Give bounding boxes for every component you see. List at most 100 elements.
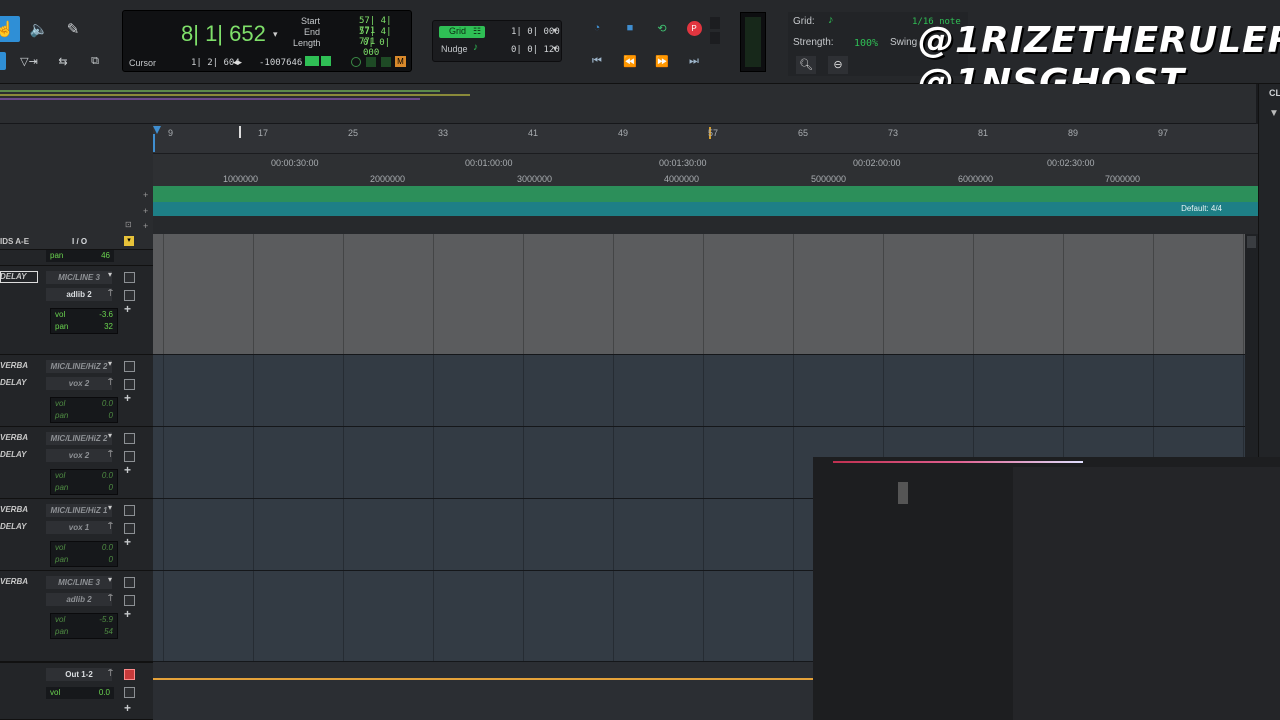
output-window-button[interactable] <box>124 379 135 390</box>
chevron-down-icon[interactable]: ▾ <box>108 431 112 440</box>
insert-slot-2[interactable]: DELAY <box>0 522 27 531</box>
nudge-dropdown-icon[interactable]: ▾ <box>553 44 557 53</box>
add-icon[interactable]: + <box>124 302 131 316</box>
vol-row[interactable]: vol 0.0 <box>51 398 117 410</box>
strength-value[interactable]: 100% <box>854 38 878 49</box>
master-track-lane[interactable] <box>153 662 813 720</box>
grid-dropdown-icon[interactable]: ▾ <box>553 26 557 35</box>
master-menu-button[interactable] <box>124 687 135 698</box>
session-overview[interactable] <box>0 84 1256 124</box>
pan-row[interactable]: pan 0 <box>51 482 117 494</box>
vol-pan-box[interactable]: vol -5.9 pan 54 <box>50 613 118 639</box>
track-lane[interactable] <box>153 355 1245 427</box>
top-pan-row[interactable]: pan 46 <box>46 250 114 262</box>
marker-ruler[interactable] <box>153 216 1258 234</box>
output-selector[interactable]: vox 1 <box>46 521 112 534</box>
input-selector[interactable]: MIC/LINE/HiZ 2 <box>46 360 112 373</box>
insert-slot-2[interactable]: DELAY <box>0 378 27 387</box>
insert-slot-1[interactable]: VERBA <box>0 361 28 370</box>
vol-row[interactable]: vol 0.0 <box>51 542 117 554</box>
midi-m-indicator[interactable]: M <box>395 56 406 67</box>
output-window-button[interactable] <box>124 451 135 462</box>
midi-merge-indicator[interactable] <box>321 56 331 66</box>
loop-play-button[interactable]: ⟲ <box>651 19 673 37</box>
chevron-down-icon[interactable]: ▾ <box>108 575 112 584</box>
add-icon[interactable]: + <box>124 535 131 549</box>
zoom-out-button[interactable]: ⊖ <box>828 56 848 74</box>
tempo-ruler[interactable] <box>153 186 1258 202</box>
output-window-button[interactable] <box>124 290 135 301</box>
input-window-button[interactable] <box>124 577 135 588</box>
length-value[interactable]: 0| 0| 000 <box>363 38 411 58</box>
master-output-selector[interactable]: Out 1-2 <box>46 668 112 681</box>
tempo-add-icon[interactable]: + <box>143 190 148 200</box>
vol-pan-box[interactable]: vol -3.6 pan 32 <box>50 308 118 334</box>
ruler-menu-icon[interactable]: ⊡ <box>125 220 132 229</box>
output-selector[interactable]: vox 2 <box>46 377 112 390</box>
pencil-tool-button[interactable]: ✎ <box>58 16 88 42</box>
output-selector[interactable]: vox 2 <box>46 449 112 462</box>
output-window-button[interactable] <box>124 523 135 534</box>
quantize-button[interactable]: 🔍︎ <box>796 56 816 74</box>
input-window-button[interactable] <box>124 272 135 283</box>
comment-icon[interactable]: ▾ <box>124 236 134 246</box>
input-selector[interactable]: MIC/LINE 3 <box>46 271 112 284</box>
insert-slot-1[interactable]: VERBA <box>0 505 28 514</box>
return-to-zero-button[interactable]: ⏮ <box>586 52 608 70</box>
input-selector[interactable]: MIC/LINE/HiZ 2 <box>46 432 112 445</box>
pan-row[interactable]: pan 54 <box>51 626 117 638</box>
meter-ruler[interactable]: Default: 4/4 <box>153 202 1258 216</box>
pan-row[interactable]: pan 32 <box>51 321 117 333</box>
vol-row[interactable]: vol 0.0 <box>51 470 117 482</box>
main-counter[interactable]: 8| 1| 652 ▾ Cursor 1| 2| 604 ◂▸ -1007646… <box>122 10 412 72</box>
rewind-button[interactable]: ⏪ <box>619 52 641 70</box>
output-window-button[interactable] <box>124 669 135 680</box>
playhead-marker[interactable] <box>153 126 161 134</box>
timecode-ruler[interactable]: 00:00:30:00 00:01:00:00 00:01:30:00 00:02:0… <box>153 154 1258 186</box>
add-icon[interactable]: + <box>124 391 131 405</box>
input-window-button[interactable] <box>124 361 135 372</box>
speaker-tool-button[interactable]: 🔈 <box>24 16 54 42</box>
online-button[interactable]: ◔ <box>586 19 608 37</box>
ruler-add-icon[interactable]: + <box>143 221 148 231</box>
go-to-end-button[interactable]: ⏭ <box>683 52 705 70</box>
volume-automation-line[interactable] <box>153 678 813 680</box>
insert-slot-1[interactable]: VERBA <box>0 577 28 586</box>
vol-pan-box[interactable]: vol 0.0 pan 0 <box>50 541 118 567</box>
transport-option-1[interactable] <box>710 17 720 29</box>
mirror-button[interactable]: ⇆ <box>48 52 78 70</box>
output-selector[interactable]: adlib 2 <box>46 593 112 606</box>
input-selector[interactable]: MIC/LINE 3 <box>46 576 112 589</box>
add-icon[interactable]: + <box>124 607 131 621</box>
loop-record-indicator[interactable] <box>351 57 361 67</box>
output-window-button[interactable] <box>124 595 135 606</box>
chevron-down-icon[interactable]: ▾ <box>273 29 278 40</box>
vol-row[interactable]: vol -5.9 <box>51 614 117 626</box>
chevron-down-icon[interactable]: ▾ <box>108 503 112 512</box>
vol-pan-box[interactable]: vol 0.0 pan 0 <box>50 397 118 423</box>
record-button[interactable]: P <box>683 19 705 37</box>
filter-icon[interactable]: ▼ <box>1269 108 1279 119</box>
input-selector[interactable]: MIC/LINE/HiZ 1 <box>46 504 112 517</box>
pan-row[interactable]: pan 0 <box>51 554 117 566</box>
add-icon[interactable]: + <box>124 463 131 477</box>
output-selector[interactable]: adlib 2 <box>46 288 112 301</box>
scroll-thumb[interactable] <box>1247 236 1256 248</box>
vol-row[interactable]: vol -3.6 <box>51 309 117 321</box>
input-window-button[interactable] <box>124 433 135 444</box>
grabber-tool-button[interactable]: ☝ <box>0 16 20 42</box>
top-track-lane[interactable] <box>153 234 1245 266</box>
insert-slot-1[interactable]: VERBA <box>0 433 28 442</box>
bars-beats-ruler[interactable]: 9 17 25 33 41 49 57 65 73 81 89 97 <box>153 124 1258 154</box>
tab-to-transient-button[interactable]: ⧉ <box>80 52 110 70</box>
insert-slot-2[interactable]: DELAY <box>0 450 27 459</box>
metronome-indicator[interactable] <box>381 57 391 67</box>
stop-button[interactable]: ■ <box>619 19 641 37</box>
track-lane[interactable] <box>153 266 1245 355</box>
grid-mode-button[interactable]: Grid ☷ <box>439 26 485 38</box>
add-icon[interactable]: + <box>124 701 131 715</box>
zoom-preset-button[interactable]: ▽⇥ <box>14 52 44 70</box>
link-tool-button[interactable] <box>0 52 6 70</box>
chevron-down-icon[interactable]: ▾ <box>108 270 112 279</box>
meter-add-icon[interactable]: + <box>143 206 148 216</box>
